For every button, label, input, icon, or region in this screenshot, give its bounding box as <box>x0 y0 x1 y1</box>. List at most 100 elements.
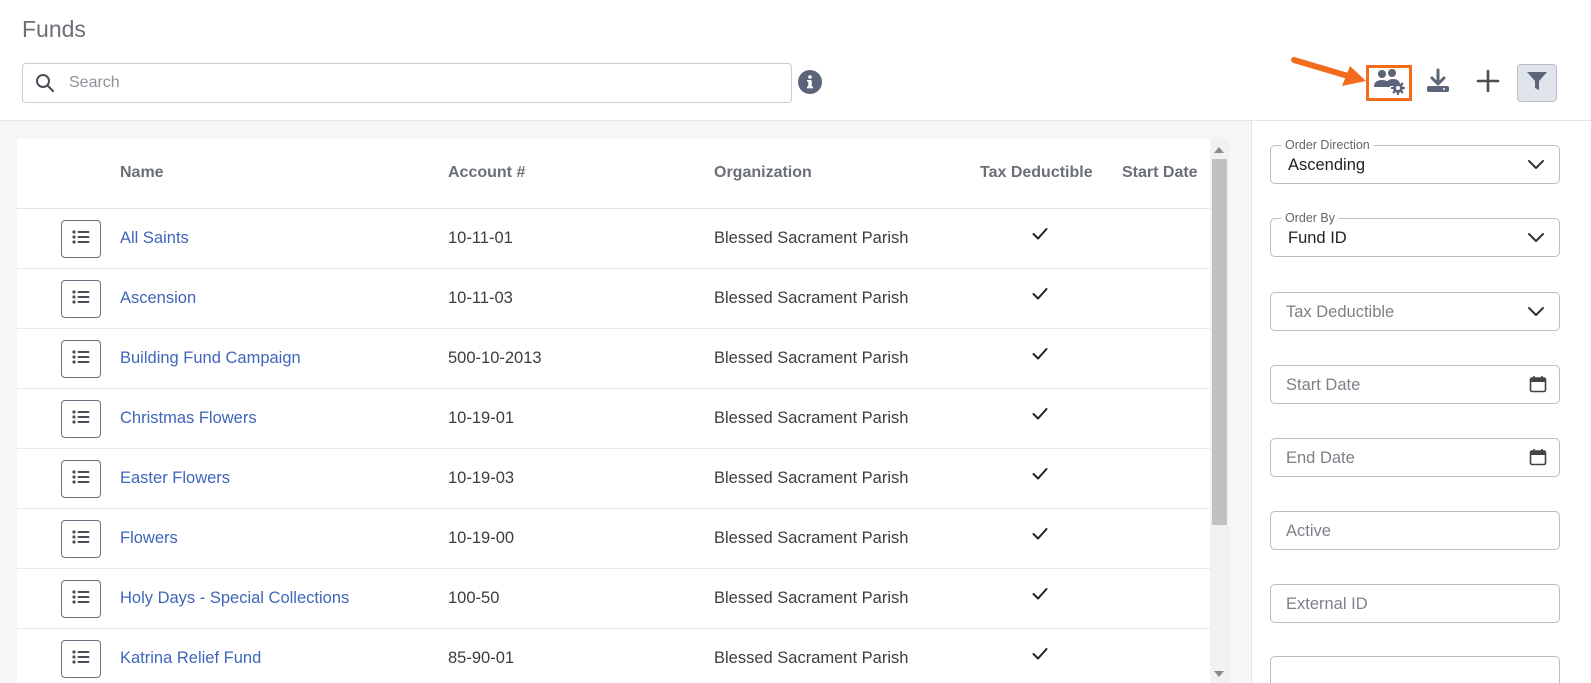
column-header-start-date[interactable]: Start Date <box>1122 164 1198 182</box>
check-icon <box>1032 347 1048 366</box>
external-id-field[interactable]: External ID <box>1270 584 1560 623</box>
row-menu-button[interactable] <box>61 280 101 318</box>
search-input[interactable] <box>69 74 749 92</box>
fund-account: 85-90-01 <box>448 649 515 667</box>
users-gear-icon <box>1372 67 1406 100</box>
fund-name-link[interactable]: Flowers <box>120 529 178 548</box>
next-filter-field[interactable] <box>1270 656 1560 683</box>
table-row: All Saints 10-11-01 Blessed Sacrament Pa… <box>17 209 1210 269</box>
list-icon <box>72 289 90 309</box>
active-placeholder: Active <box>1286 522 1331 540</box>
add-fund-button[interactable] <box>1468 64 1508 102</box>
active-field[interactable]: Active <box>1270 511 1560 550</box>
external-id-placeholder: External ID <box>1286 595 1368 613</box>
check-icon <box>1032 407 1048 426</box>
table-row: Flowers 10-19-00 Blessed Sacrament Paris… <box>17 509 1210 569</box>
table-row: Holy Days - Special Collections 100-50 B… <box>17 569 1210 629</box>
fund-account: 10-11-03 <box>448 289 513 307</box>
calendar-icon[interactable] <box>1529 375 1547 398</box>
row-menu-button[interactable] <box>61 400 101 438</box>
fund-name-link[interactable]: Ascension <box>120 289 196 308</box>
search-box[interactable] <box>22 63 792 103</box>
fund-name-link[interactable]: Building Fund Campaign <box>120 349 301 368</box>
order-by-value: Fund ID <box>1288 229 1347 247</box>
order-direction-label: Order Direction <box>1281 138 1374 152</box>
list-icon <box>72 229 90 249</box>
row-menu-button[interactable] <box>61 340 101 378</box>
order-direction-select[interactable]: Order Direction Ascending <box>1270 138 1560 184</box>
download-icon <box>1424 67 1452 100</box>
row-menu-button[interactable] <box>61 220 101 258</box>
table-row: Christmas Flowers 10-19-01 Blessed Sacra… <box>17 389 1210 449</box>
scroll-down-arrow-icon[interactable] <box>1214 671 1224 677</box>
plus-icon <box>1476 69 1500 98</box>
row-menu-button[interactable] <box>61 640 101 678</box>
fund-organization: Blessed Sacrament Parish <box>714 409 909 427</box>
check-icon <box>1032 527 1048 546</box>
fund-name-link[interactable]: Easter Flowers <box>120 469 230 488</box>
fund-account: 10-11-01 <box>448 229 513 247</box>
table-scrollbar[interactable] <box>1210 139 1229 683</box>
chevron-down-icon <box>1527 231 1545 249</box>
page-title: Funds <box>22 16 86 42</box>
fund-organization: Blessed Sacrament Parish <box>714 349 909 367</box>
list-icon <box>72 589 90 609</box>
end-date-placeholder: End Date <box>1286 449 1355 467</box>
end-date-field[interactable]: End Date <box>1270 438 1560 477</box>
fund-organization: Blessed Sacrament Parish <box>714 529 909 547</box>
tax-deductible-placeholder: Tax Deductible <box>1286 303 1395 321</box>
fund-account: 10-19-01 <box>448 409 515 427</box>
row-menu-button[interactable] <box>61 460 101 498</box>
calendar-icon[interactable] <box>1529 448 1547 471</box>
check-icon <box>1032 647 1048 666</box>
fund-account: 500-10-2013 <box>448 349 542 367</box>
row-menu-button[interactable] <box>61 580 101 618</box>
scroll-up-arrow-icon[interactable] <box>1214 147 1224 153</box>
fund-name-link[interactable]: Holy Days - Special Collections <box>120 589 349 608</box>
filter-funnel-icon <box>1525 69 1549 98</box>
list-icon <box>72 409 90 429</box>
filter-toggle-button[interactable] <box>1517 64 1557 102</box>
fund-name-link[interactable]: Katrina Relief Fund <box>120 649 261 668</box>
tax-deductible-select[interactable]: Tax Deductible <box>1270 292 1560 331</box>
column-header-tax-deductible[interactable]: Tax Deductible <box>980 164 1093 182</box>
start-date-field[interactable]: Start Date <box>1270 365 1560 404</box>
order-by-select[interactable]: Order By Fund ID <box>1270 211 1560 257</box>
column-header-name[interactable]: Name <box>120 164 164 182</box>
manage-users-button[interactable] <box>1366 65 1412 101</box>
start-date-placeholder: Start Date <box>1286 376 1361 394</box>
fund-account: 100-50 <box>448 589 500 607</box>
fund-organization: Blessed Sacrament Parish <box>714 649 909 667</box>
fund-organization: Blessed Sacrament Parish <box>714 289 909 307</box>
column-header-organization[interactable]: Organization <box>714 164 812 182</box>
table-row: Katrina Relief Fund 85-90-01 Blessed Sac… <box>17 629 1210 683</box>
list-icon <box>72 649 90 669</box>
annotation-arrow-icon <box>1291 57 1366 86</box>
check-icon <box>1032 227 1048 246</box>
list-icon <box>72 349 90 369</box>
table-row: Building Fund Campaign 500-10-2013 Bless… <box>17 329 1210 389</box>
fund-organization: Blessed Sacrament Parish <box>714 589 909 607</box>
check-icon <box>1032 287 1048 306</box>
funds-table: Name Account # Organization Tax Deductib… <box>17 139 1210 683</box>
fund-name-link[interactable]: Christmas Flowers <box>120 409 257 428</box>
fund-organization: Blessed Sacrament Parish <box>714 469 909 487</box>
row-menu-button[interactable] <box>61 520 101 558</box>
table-row: Ascension 10-11-03 Blessed Sacrament Par… <box>17 269 1210 329</box>
scroll-thumb[interactable] <box>1212 159 1227 525</box>
fund-account: 10-19-00 <box>448 529 515 547</box>
fund-name-link[interactable]: All Saints <box>120 229 189 248</box>
info-icon[interactable] <box>798 70 822 94</box>
column-header-account[interactable]: Account # <box>448 164 525 182</box>
check-icon <box>1032 467 1048 486</box>
order-direction-value: Ascending <box>1288 156 1366 174</box>
check-icon <box>1032 587 1048 606</box>
search-icon <box>35 73 55 93</box>
table-header: Name Account # Organization Tax Deductib… <box>17 139 1210 209</box>
download-button[interactable] <box>1418 64 1458 102</box>
chevron-down-icon <box>1527 305 1545 323</box>
table-row: Easter Flowers 10-19-03 Blessed Sacramen… <box>17 449 1210 509</box>
fund-account: 10-19-03 <box>448 469 515 487</box>
list-icon <box>72 529 90 549</box>
fund-organization: Blessed Sacrament Parish <box>714 229 909 247</box>
